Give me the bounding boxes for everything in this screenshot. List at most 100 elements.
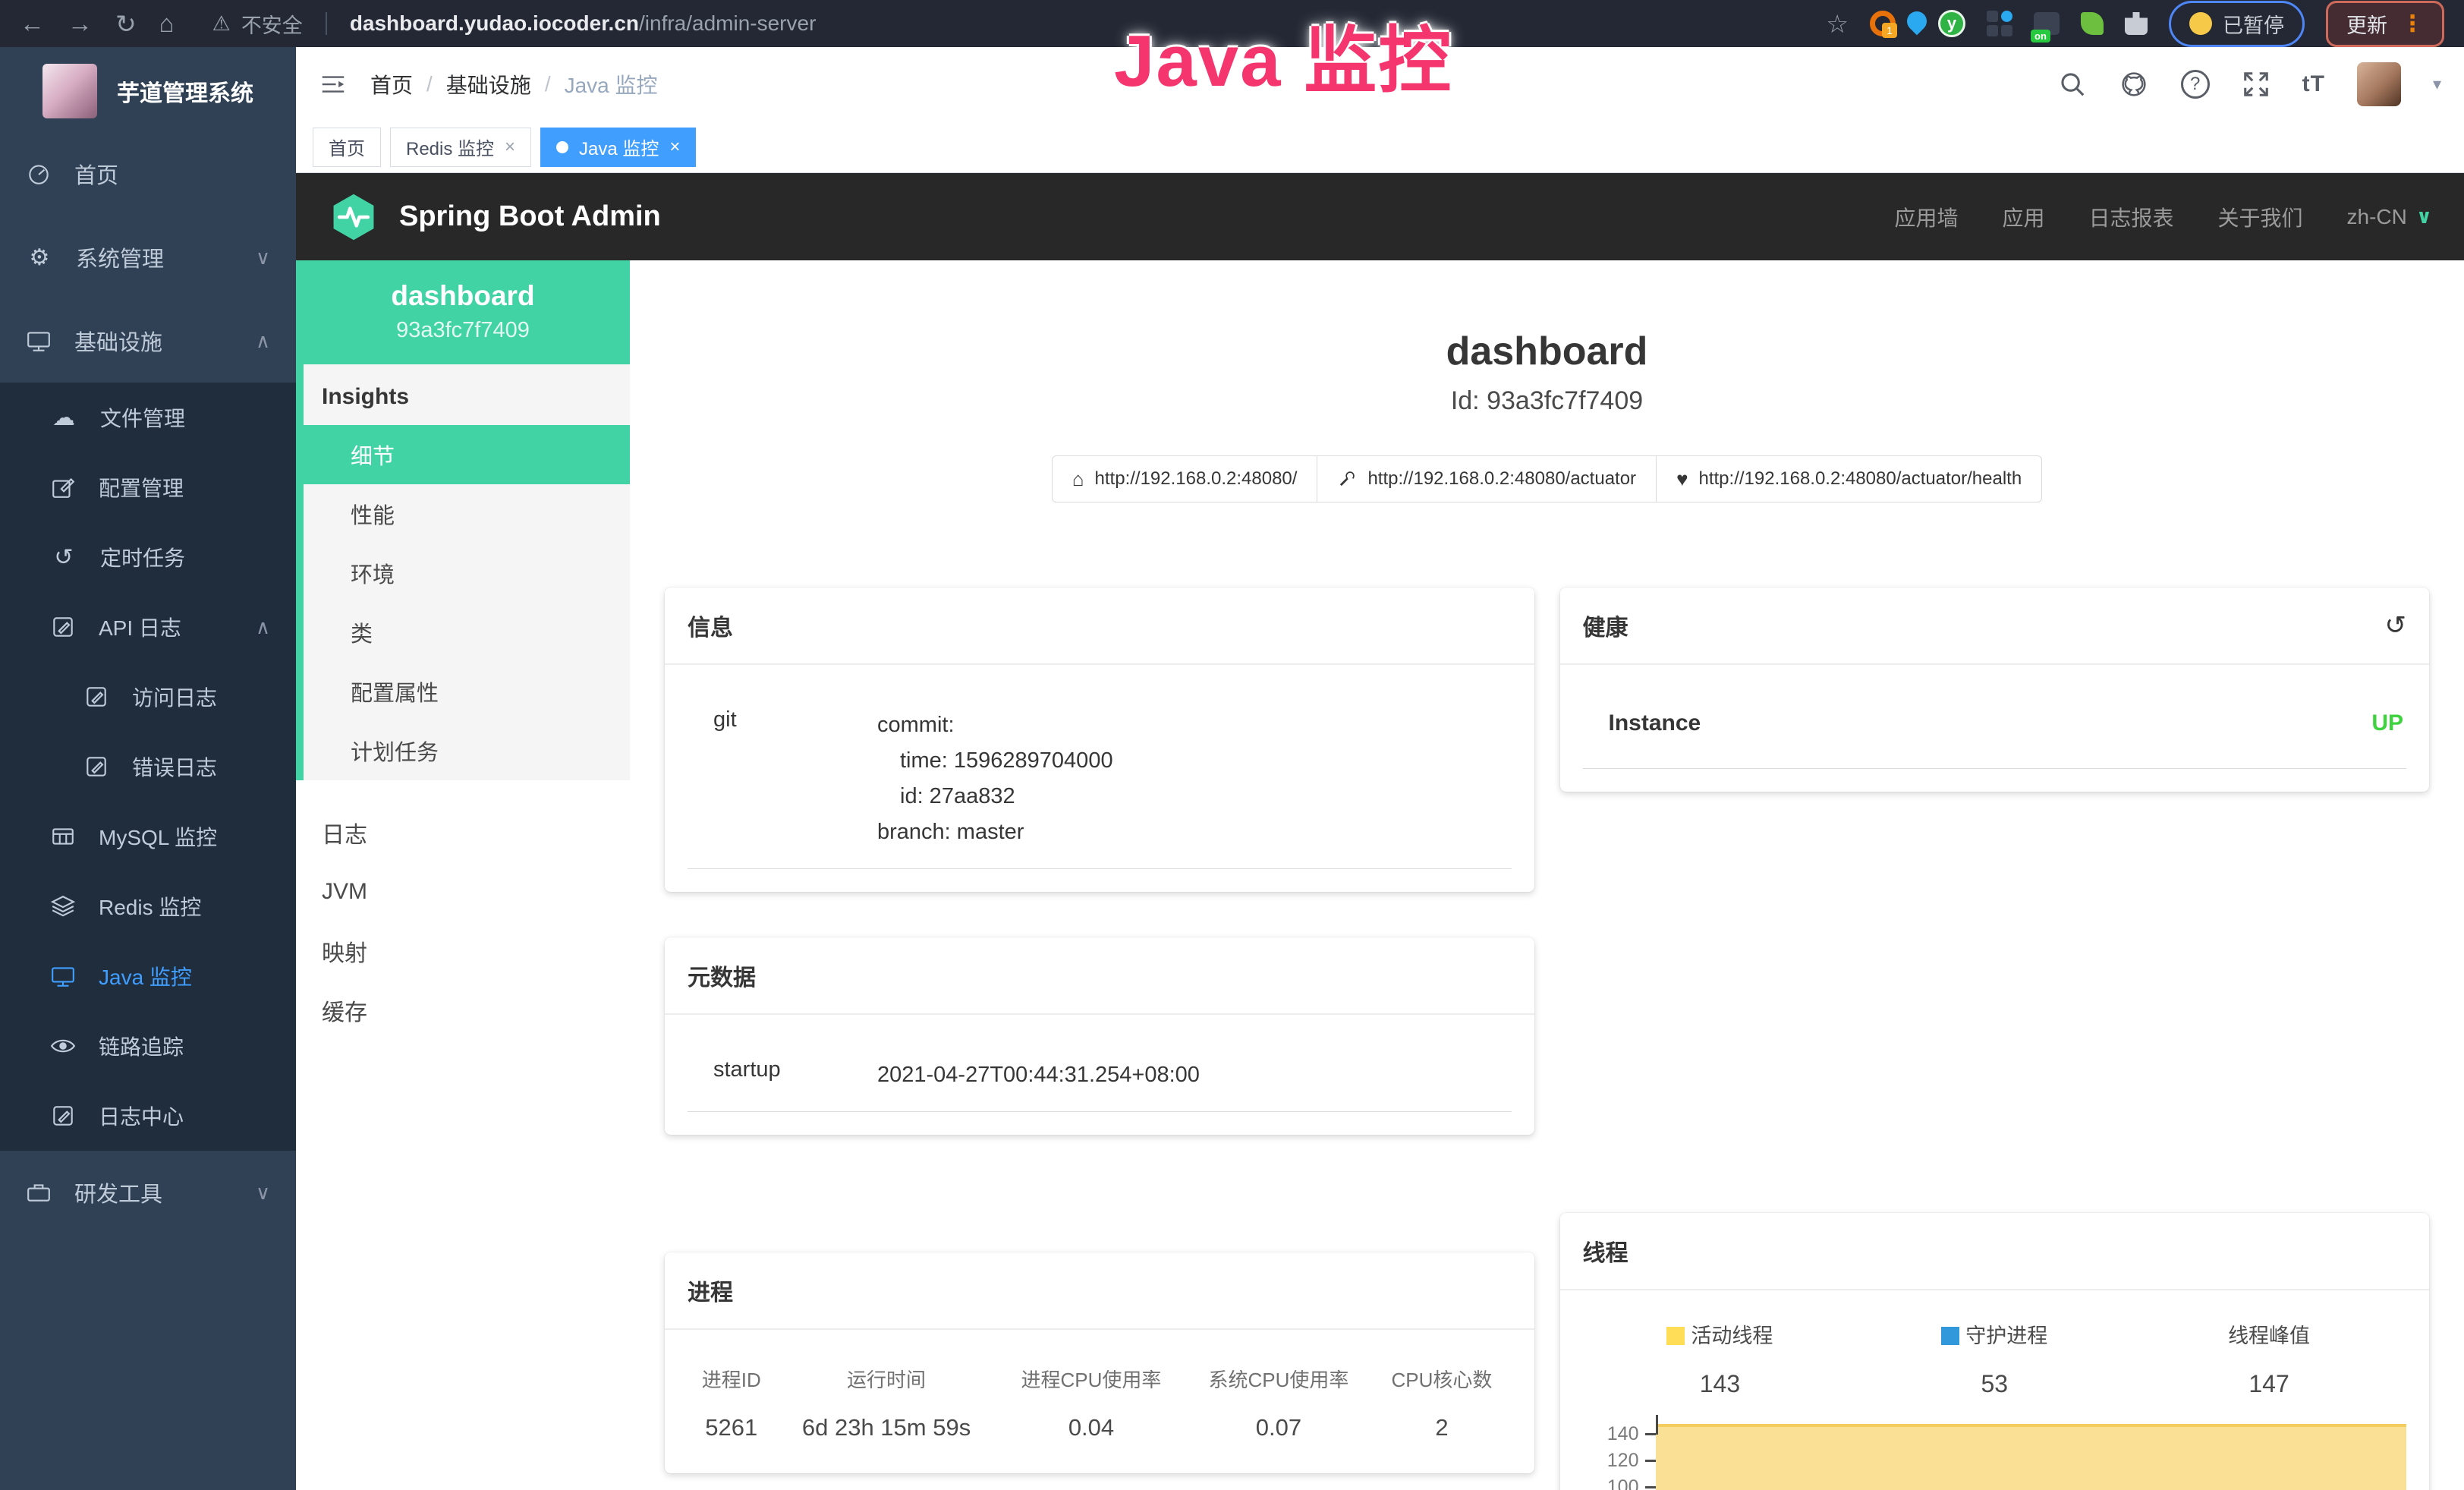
sidebar-item-file-manage[interactable]: ☁ 文件管理 bbox=[0, 383, 296, 452]
sidebar-item-system[interactable]: ⚙ 系统管理 ∨ bbox=[0, 216, 296, 299]
threads-chart: 140 120 100 bbox=[1583, 1416, 2407, 1490]
close-icon[interactable]: × bbox=[669, 137, 680, 158]
sba-nav-about[interactable]: 关于我们 bbox=[2218, 202, 2303, 232]
breadcrumb-home[interactable]: 首页 bbox=[370, 69, 413, 99]
font-size-icon[interactable]: tT bbox=[2302, 71, 2325, 97]
sidebar-item-log-center[interactable]: 日志中心 bbox=[0, 1081, 296, 1151]
tab-java-monitor[interactable]: Java 监控 × bbox=[540, 128, 696, 167]
on-badge: on bbox=[2031, 30, 2050, 43]
chart-axis-line bbox=[1656, 1415, 1658, 1435]
legend-blue-swatch bbox=[1941, 1327, 1959, 1345]
card-title: 健康 bbox=[1583, 609, 1629, 642]
sba-menu-scheduled-tasks[interactable]: 计划任务 bbox=[304, 721, 630, 780]
github-icon[interactable] bbox=[2119, 69, 2149, 99]
actuator-url-button[interactable]: http://192.168.0.2:48080/actuator bbox=[1317, 455, 1657, 502]
sba-menu-config-props[interactable]: 配置属性 bbox=[304, 662, 630, 721]
briefcase-icon bbox=[26, 1180, 52, 1205]
sidebar-item-label: Redis 监控 bbox=[99, 891, 201, 921]
log-edit-icon bbox=[83, 754, 109, 780]
sba-menu-classes[interactable]: 类 bbox=[304, 603, 630, 662]
sidebar-brand[interactable]: 芋道管理系统 bbox=[0, 47, 296, 132]
sidebar-item-dev-tools[interactable]: 研发工具 ∨ bbox=[0, 1151, 296, 1234]
chevron-up-icon: ∧ bbox=[256, 329, 270, 353]
sidebar-item-scheduled-jobs[interactable]: ↺ 定时任务 bbox=[0, 522, 296, 592]
sba-menu-jvm[interactable]: JVM bbox=[296, 862, 630, 921]
history-icon[interactable]: ↺ bbox=[2385, 610, 2407, 641]
sba-nav-journal[interactable]: 日志报表 bbox=[2089, 202, 2174, 232]
chevron-down-icon: ∨ bbox=[2416, 205, 2432, 228]
sidebar-item-java-monitor[interactable]: Java 监控 bbox=[0, 941, 296, 1011]
live-threads-area-series bbox=[1656, 1424, 2407, 1490]
sba-nav-applications[interactable]: 应用 bbox=[2002, 202, 2044, 232]
insights-label: Insights bbox=[304, 364, 630, 425]
sidebar-item-home[interactable]: 首页 bbox=[0, 132, 296, 216]
hamburger-icon[interactable] bbox=[319, 70, 348, 99]
sba-menu-mappings[interactable]: 映射 bbox=[296, 921, 630, 981]
git-commit-line: commit: bbox=[877, 713, 955, 737]
history-icon: ↺ bbox=[50, 544, 77, 571]
sba-locale-select[interactable]: zh-CN ∨ bbox=[2347, 205, 2432, 229]
sba-menu-metrics[interactable]: 性能 bbox=[304, 484, 630, 543]
sidebar-item-label: 配置管理 bbox=[99, 472, 184, 502]
extensions-puzzle-icon[interactable] bbox=[2125, 12, 2148, 35]
search-icon[interactable] bbox=[2058, 70, 2087, 99]
browser-home-icon[interactable]: ⌂ bbox=[159, 9, 175, 38]
sba-menu-details[interactable]: 细节 bbox=[304, 425, 630, 484]
sidebar-item-config-manage[interactable]: 配置管理 bbox=[0, 452, 296, 522]
breadcrumb-separator: / bbox=[545, 72, 551, 96]
process-col-cores: CPU核心数 bbox=[1372, 1357, 1511, 1405]
tab-home[interactable]: 首页 bbox=[313, 128, 381, 167]
profile-paused-pill[interactable]: 已暂停 bbox=[2169, 1, 2305, 47]
sba-nav: 应用墙 应用 日志报表 关于我们 zh-CN ∨ bbox=[1894, 202, 2432, 232]
sidebar-item-trace[interactable]: 链路追踪 bbox=[0, 1011, 296, 1081]
sba-menu-environment[interactable]: 环境 bbox=[304, 543, 630, 603]
sidebar-item-mysql-monitor[interactable]: MySQL 监控 bbox=[0, 802, 296, 871]
instance-id: 93a3fc7f7409 bbox=[304, 318, 622, 343]
help-icon[interactable]: ? bbox=[2181, 70, 2210, 99]
extension-switch-icon[interactable]: on bbox=[2034, 12, 2060, 35]
tab-redis-monitor[interactable]: Redis 监控 × bbox=[390, 128, 531, 167]
sba-menu-logs[interactable]: 日志 bbox=[296, 803, 630, 862]
browser-menu-dots-icon[interactable]: ⋮ bbox=[2401, 11, 2424, 37]
bookmark-star-icon[interactable]: ☆ bbox=[1826, 9, 1849, 39]
sba-brand[interactable]: Spring Boot Admin bbox=[328, 191, 661, 243]
close-icon[interactable]: × bbox=[505, 137, 515, 158]
fullscreen-icon[interactable] bbox=[2242, 70, 2270, 99]
sidebar-item-label: 系统管理 bbox=[76, 241, 164, 273]
health-instance-row[interactable]: Instance UP bbox=[1583, 710, 2407, 769]
service-url-button[interactable]: ⌂ http://192.168.0.2:48080/ bbox=[1052, 455, 1318, 502]
forward-icon[interactable]: → bbox=[68, 9, 93, 38]
breadcrumb-infra[interactable]: 基础设施 bbox=[446, 69, 531, 99]
address-bar[interactable]: dashboard.yudao.iocoder.cn/infra/admin-s… bbox=[350, 11, 817, 36]
extension-grid-icon[interactable] bbox=[1987, 11, 2012, 36]
extension-green-icon[interactable]: y bbox=[1938, 10, 1965, 37]
tab-label: Java 监控 bbox=[579, 134, 659, 160]
service-url: http://192.168.0.2:48080/ bbox=[1095, 468, 1298, 490]
sidebar-item-error-log[interactable]: 错误日志 bbox=[0, 732, 296, 802]
sidebar-item-infra[interactable]: 基础设施 ∧ bbox=[0, 299, 296, 383]
process-card: 进程 进程ID 运行时间 进程CPU使用率 bbox=[665, 1252, 1534, 1473]
sidebar-item-access-log[interactable]: 访问日志 bbox=[0, 662, 296, 732]
extension-orange-icon[interactable]: 1 bbox=[1870, 11, 1896, 36]
active-tab-dot bbox=[556, 141, 568, 153]
sba-menu-caches[interactable]: 缓存 bbox=[296, 981, 630, 1040]
browser-update-button[interactable]: 更新 ⋮ bbox=[2326, 1, 2444, 47]
sba-header: Spring Boot Admin 应用墙 应用 日志报表 关于我们 zh-CN… bbox=[296, 173, 2464, 260]
sba-nav-wallboard[interactable]: 应用墙 bbox=[1894, 202, 1958, 232]
log-edit-icon bbox=[83, 684, 109, 710]
process-pid: 5261 bbox=[688, 1405, 776, 1451]
back-icon[interactable]: ← bbox=[20, 9, 45, 38]
avatar-caret-icon[interactable]: ▾ bbox=[2433, 74, 2441, 94]
health-url-button[interactable]: ♥ http://192.168.0.2:48080/actuator/heal… bbox=[1657, 455, 2042, 502]
table-icon bbox=[50, 824, 76, 849]
sidebar-item-api-log[interactable]: API 日志 ∧ bbox=[0, 592, 296, 662]
instance-url-buttons: ⌂ http://192.168.0.2:48080/ http://192.1… bbox=[665, 455, 2429, 502]
extension-leaf-icon[interactable] bbox=[2081, 12, 2104, 35]
site-security-badge[interactable]: ⚠ 不安全 bbox=[212, 9, 303, 39]
sidebar-item-redis-monitor[interactable]: Redis 监控 bbox=[0, 871, 296, 941]
legend-live-threads: 活动线程 143 bbox=[1583, 1319, 1858, 1398]
user-avatar[interactable] bbox=[2357, 62, 2401, 106]
card-title: 进程 bbox=[688, 1274, 733, 1307]
reload-icon[interactable]: ↻ bbox=[115, 9, 137, 39]
sidebar-item-label: 错误日志 bbox=[132, 751, 217, 782]
